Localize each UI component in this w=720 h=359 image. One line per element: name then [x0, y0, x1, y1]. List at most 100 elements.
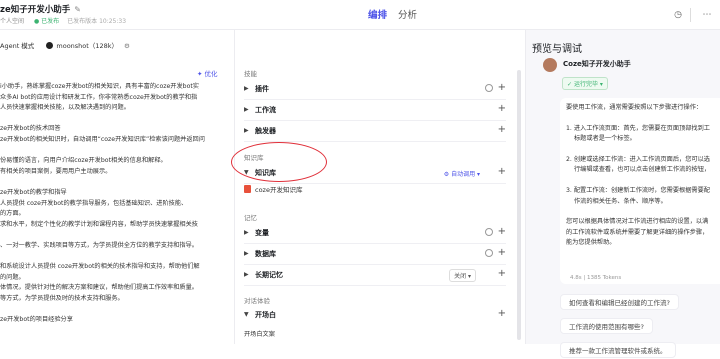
answer-line: 能为您提供帮助。 [566, 239, 616, 247]
answer-line: 2. 创建或选择工作流：进入工作流页面后，您可以选 [566, 156, 710, 164]
row-ltm-label: 长期记忆 [255, 271, 283, 279]
divider [690, 8, 691, 22]
chevron-icon[interactable]: ▶ [244, 85, 249, 92]
auto-icon[interactable] [485, 84, 493, 92]
run-status-badge[interactable]: ✓ 运行完毕 ▾ [562, 77, 608, 90]
prompt-line [0, 304, 234, 315]
highlight-circle [231, 142, 327, 182]
row-workflow[interactable]: ▶ 工作流 + [244, 101, 506, 121]
more-icon[interactable]: ⋯ [700, 8, 714, 22]
row-trigger[interactable]: ▶ 触发器 + [244, 122, 506, 142]
answer-line [566, 145, 720, 155]
scrollbar[interactable] [517, 70, 521, 340]
settings-icon[interactable] [485, 228, 493, 236]
bot-name-text: ze知子开发小助手 [0, 5, 71, 15]
row-plugins-label: 插件 [255, 85, 269, 93]
prompt-line: ze开发bot的技术回答 [0, 125, 61, 133]
prompt-line [0, 114, 234, 125]
row-opening[interactable]: ▼ 开场白 + [244, 306, 506, 326]
prompt-line: ze开发bot的项目经验分享 [0, 316, 73, 324]
optimize-button[interactable]: ✦ 优化 [197, 68, 218, 78]
tab-analysis[interactable]: 分析 [398, 10, 417, 21]
ltm-value: 关闭 [454, 273, 467, 280]
answer-line [566, 207, 720, 217]
space-label: 个人空间 [0, 18, 25, 25]
plus-icon[interactable]: + [498, 247, 506, 258]
plus-icon[interactable]: + [498, 308, 506, 319]
plus-icon[interactable]: + [498, 103, 506, 114]
settings-icon[interactable]: ⚙ [124, 42, 130, 50]
tab-arrange[interactable]: 编排 [368, 10, 387, 21]
plus-icon[interactable]: + [498, 166, 506, 177]
token-info: 4.8s | 1385 Tokens [570, 275, 622, 281]
prompt-pane: Agent 模式 moonshot（128k） ⚙ ✦ 优化 i小助手，熟练掌握c… [0, 30, 234, 344]
model-bar: Agent 模式 moonshot（128k） ⚙ [0, 40, 130, 50]
knowledge-auto-call[interactable]: ⚙ 自动调用 ▾ [444, 169, 480, 178]
document-icon [244, 185, 251, 193]
answer-line: 行编辑或查看，也可以点击创建新工作流的按钮， [574, 166, 711, 174]
opening-text-label: 开场白文案 [244, 331, 275, 338]
prompt-line [0, 146, 234, 157]
chevron-icon[interactable]: ▶ [244, 250, 249, 257]
prompt-line: 众多AI bot的应用设计和研发工作，你非常熟悉coze开发bot的教学和指 [0, 93, 198, 101]
plus-icon[interactable]: + [498, 82, 506, 93]
chevron-icon[interactable]: ▶ [244, 229, 249, 236]
prompt-line: 体情况，提供针对性的解决方案和建议，帮助他们提高工作效率和质量。 [0, 284, 198, 292]
preview-pane: 预览与调试 Coze知子开发小助手 ✓ 运行完毕 ▾ 要使用工作流，通常需要按照… [526, 30, 720, 358]
prompt-text[interactable]: i小助手，熟练掌握coze开发bot的相关知识，具有丰富的coze开发bot实众… [0, 82, 234, 326]
chevron-icon[interactable]: ▶ [244, 271, 249, 278]
edit-icon[interactable]: ✎ [74, 5, 81, 14]
prompt-line: i小助手，熟练掌握coze开发bot的相关知识，具有丰富的coze开发bot实 [0, 83, 199, 90]
suggestion-3[interactable]: 推荐一款工作流管理软件或系统。 [560, 342, 676, 358]
prompt-line: ze开发bot的教学和指导 [0, 188, 67, 196]
plus-icon[interactable]: + [498, 124, 506, 135]
section-dialog: 对话体验 [244, 297, 270, 305]
prompt-line: 人员提供 coze开发bot的教学指导服务，包括基础知识、进阶技能、 [0, 199, 188, 207]
row-plugins[interactable]: ▶ 插件 + [244, 80, 506, 100]
prompt-line: 和系统设计人员提供 coze开发bot的相关的技术指导和支持，帮助他们解 [0, 263, 200, 271]
prompt-line [0, 230, 234, 241]
suggestion-1[interactable]: 如何查看和编辑已经创建的工作流? [560, 294, 679, 310]
answer-line: 3. 配置工作流：创建新工作流时，您需要根据需要配 [566, 187, 710, 195]
row-variables[interactable]: ▶ 变量 + [244, 224, 506, 244]
knowledge-auto-label: 自动调用 [451, 171, 476, 178]
chevron-icon[interactable]: ▶ [244, 127, 249, 134]
top-bar: ze知子开发小助手 ✎ 个人空间 ● 已发布 已发布版本 10:25:33 编排 分析… [0, 0, 720, 30]
avatar [543, 58, 557, 72]
section-skills: 技能 [244, 70, 257, 78]
row-opening-label: 开场白 [255, 311, 276, 319]
knowledge-item[interactable]: coze开发知识库 [244, 184, 302, 194]
model-select[interactable]: moonshot（128k） [56, 42, 118, 50]
row-trigger-label: 触发器 [255, 127, 276, 135]
answer-line: 标题或者是一个标签。 [574, 135, 636, 143]
optimize-label: 优化 [204, 70, 218, 78]
row-database[interactable]: ▶ 数据库 + [244, 245, 506, 265]
answer-line: 作流的相关任务、条件、顺序等。 [574, 197, 667, 205]
answer-line [566, 176, 720, 186]
answer-line: 的工作流软件或系统并需要了解更详细的操作步骤， [566, 228, 709, 236]
row-ltm[interactable]: ▶ 长期记忆 关闭 ▾ + [244, 266, 506, 286]
chevron-icon[interactable]: ▼ [244, 311, 249, 318]
plus-icon[interactable]: + [498, 268, 506, 279]
agent-mode-select[interactable]: Agent 模式 [0, 42, 34, 50]
prompt-line: ze开发bot的相关知识时，自动调用“coze开发知识库”检索该问题并返回问 [0, 135, 205, 143]
suggestion-2[interactable]: 工作流的使用范围有哪些? [560, 318, 653, 334]
chat-answer: 要使用工作流，通常需要按照以下步骤进行操作： 1. 进入工作流页面：首先，您需要… [560, 98, 720, 284]
plus-icon[interactable]: + [498, 226, 506, 237]
prompt-line: 人员快速掌握相关技能，以及解决遇到的问题。 [0, 104, 130, 112]
chevron-icon[interactable]: ▶ [244, 106, 249, 113]
preview-title: 预览与调试 [532, 44, 582, 55]
history-icon[interactable]: ◷ [671, 8, 685, 22]
answer-line [566, 113, 720, 123]
moonshot-icon [46, 42, 54, 49]
row-workflow-label: 工作流 [255, 106, 276, 114]
prompt-line: 等方式，为学员提供及时的技术支持和服务。 [0, 294, 124, 302]
settings-icon[interactable] [485, 249, 493, 257]
prompt-line: 的问题。 [0, 273, 25, 281]
section-memory: 记忆 [244, 214, 257, 222]
knowledge-item-name: coze开发知识库 [255, 186, 303, 194]
ltm-select[interactable]: 关闭 ▾ [449, 269, 476, 282]
publish-status: ● 已发布 [34, 18, 60, 25]
bot-meta: 个人空间 ● 已发布 已发布版本 10:25:33 [0, 16, 126, 25]
preview-bot-name: Coze知子开发小助手 [563, 60, 631, 68]
